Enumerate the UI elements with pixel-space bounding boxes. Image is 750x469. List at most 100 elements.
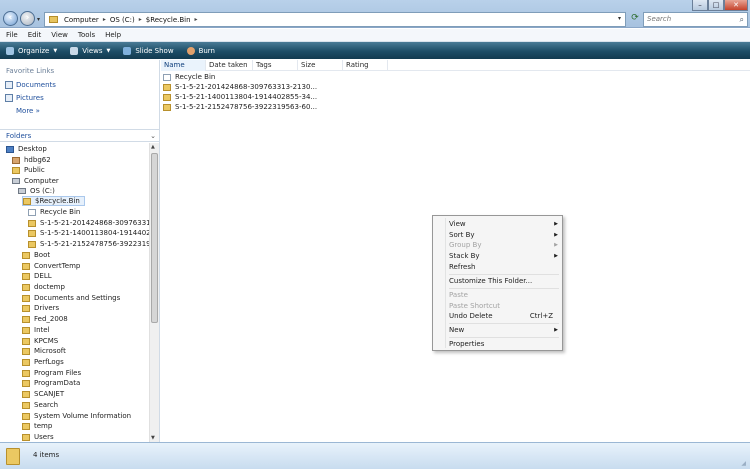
folder-icon	[28, 229, 36, 237]
list-item[interactable]: S-1-5-21-201424868-309763313-2130...	[163, 82, 317, 92]
computer-icon	[12, 178, 20, 184]
list-item[interactable]: S-1-5-21-2152478756-3922319563-60...	[163, 102, 317, 112]
tree-node-users[interactable]: Users	[22, 432, 54, 442]
search-icon[interactable]: ⌕	[740, 13, 744, 26]
tree-node-public[interactable]: Public	[12, 165, 45, 175]
tree-node-dell[interactable]: DELL	[22, 271, 52, 281]
resize-grip-icon[interactable]: ◢	[741, 460, 746, 467]
ctx-new[interactable]: New ▶	[449, 325, 561, 335]
column-rating[interactable]: Rating	[343, 60, 388, 71]
folder-icon	[28, 219, 36, 227]
tree-node-recycle-bin-folder[interactable]: $Recycle.Bin	[22, 196, 85, 206]
tree-node-programdata[interactable]: ProgramData	[22, 378, 80, 388]
column-date-taken[interactable]: Date taken	[206, 60, 253, 71]
favorite-pictures[interactable]: Pictures	[5, 94, 44, 102]
folder-icon	[22, 412, 30, 420]
chevron-down-icon[interactable]: ⌄	[150, 130, 156, 142]
column-name[interactable]: Name	[161, 60, 206, 71]
forward-button[interactable]: ›	[20, 11, 35, 26]
folders-header[interactable]: Folders ⌄	[0, 129, 160, 142]
scroll-up-icon[interactable]: ▲	[151, 144, 155, 150]
ctx-refresh[interactable]: Refresh	[449, 262, 561, 272]
ctx-customize[interactable]: Customize This Folder...	[449, 276, 561, 286]
breadcrumb-drive[interactable]: OS (C:) ▸	[110, 16, 142, 24]
submenu-arrow-icon: ▶	[554, 253, 558, 259]
breadcrumb-computer[interactable]: Computer ▸	[64, 16, 106, 24]
ctx-stack-by[interactable]: Stack By ▶	[449, 251, 561, 261]
tree-node-hdbg62[interactable]: hdbg62	[12, 155, 51, 165]
maximize-button[interactable]: □	[708, 0, 724, 11]
tree-node-microsoft[interactable]: Microsoft	[22, 346, 66, 356]
command-toolbar: Organize ▼ Views ▼ Slide Show Burn	[0, 42, 750, 59]
burn-button[interactable]: Burn	[186, 46, 215, 55]
tree-node-temp[interactable]: temp	[22, 421, 52, 431]
scroll-down-icon[interactable]: ▼	[151, 435, 155, 441]
tree-node-desktop[interactable]: Desktop	[6, 144, 47, 154]
folder-icon	[22, 401, 30, 409]
list-item[interactable]: S-1-5-21-1400113804-1914402855-34...	[163, 92, 317, 102]
recycle-bin-icon	[163, 73, 171, 81]
column-size[interactable]: Size	[298, 60, 343, 71]
folder-icon	[163, 103, 171, 111]
menu-separator	[449, 274, 559, 275]
tree-node-drivers[interactable]: Drivers	[22, 303, 59, 313]
column-tags[interactable]: Tags	[253, 60, 298, 71]
tree-node-program-files[interactable]: Program Files	[22, 368, 81, 378]
pictures-icon	[5, 94, 13, 102]
ctx-sort-by[interactable]: Sort By ▶	[449, 230, 561, 240]
menu-separator	[449, 323, 559, 324]
menu-file[interactable]: File	[6, 31, 18, 39]
more-links[interactable]: More »	[16, 107, 40, 115]
ctx-undo-delete[interactable]: Undo Delete Ctrl+Z	[449, 311, 561, 321]
tree-node-sid-3[interactable]: S-1-5-21-2152478756-3922319563-60	[28, 239, 149, 249]
ctx-properties[interactable]: Properties	[449, 339, 561, 349]
shortcut-label: Ctrl+Z	[529, 312, 553, 320]
menu-edit[interactable]: Edit	[28, 31, 42, 39]
scroll-thumb[interactable]	[151, 153, 158, 323]
tree-node-os-drive[interactable]: OS (C:)	[18, 186, 55, 196]
tree-node-computer[interactable]: Computer	[12, 176, 59, 186]
back-button[interactable]: ‹	[3, 11, 18, 26]
menu-tools[interactable]: Tools	[78, 31, 95, 39]
tree-node-doctemp[interactable]: doctemp	[22, 282, 65, 292]
recent-pages-dropdown[interactable]: ▾	[37, 16, 40, 23]
refresh-icon[interactable]: ⟳	[629, 13, 641, 25]
tree-node-search[interactable]: Search	[22, 400, 58, 410]
tree-node-recycle-bin[interactable]: Recycle Bin	[28, 207, 80, 217]
search-input[interactable]: Search ⌕	[643, 12, 748, 27]
address-bar[interactable]: Computer ▸ OS (C:) ▸ $Recycle.Bin ▸ ▾	[44, 12, 626, 27]
menu-help[interactable]: Help	[105, 31, 121, 39]
folder-tree-scrollbar[interactable]: ▲ ▼	[149, 143, 159, 442]
close-button[interactable]: ✕	[724, 0, 748, 11]
tree-node-converttemp[interactable]: ConvertTemp	[22, 261, 80, 271]
tree-node-system-volume-information[interactable]: System Volume Information	[22, 411, 131, 421]
tree-node-sid-2[interactable]: S-1-5-21-1400113804-1914402855-34	[28, 228, 149, 238]
breadcrumb-recycle[interactable]: $Recycle.Bin ▸	[146, 16, 198, 24]
user-folder-icon	[12, 156, 20, 164]
ctx-paste-shortcut: Paste Shortcut	[449, 302, 500, 310]
tree-node-intel[interactable]: Intel	[22, 325, 50, 335]
desktop-icon	[6, 145, 14, 153]
tree-node-perflogs[interactable]: PerfLogs	[22, 357, 64, 367]
address-dropdown-icon[interactable]: ▾	[618, 15, 621, 22]
ctx-view[interactable]: View ▶	[449, 219, 561, 229]
tree-node-scanjet[interactable]: SCANJET	[22, 389, 64, 399]
views-button[interactable]: Views ▼	[70, 46, 110, 55]
minimize-button[interactable]: –	[692, 0, 708, 11]
folder-icon	[23, 197, 31, 205]
tree-node-boot[interactable]: Boot	[22, 250, 50, 260]
organize-button[interactable]: Organize ▼	[6, 46, 57, 55]
list-item[interactable]: Recycle Bin	[163, 72, 215, 82]
tree-node-kpcms[interactable]: KPCMS	[22, 336, 58, 346]
submenu-arrow-icon: ▶	[554, 221, 558, 227]
favorite-documents[interactable]: Documents	[5, 81, 56, 89]
folder-icon	[22, 272, 30, 280]
menu-view[interactable]: View	[51, 31, 68, 39]
menu-bar: File Edit View Tools Help	[0, 29, 750, 42]
tree-node-documents-and-settings[interactable]: Documents and Settings	[22, 293, 120, 303]
burn-disc-icon	[186, 46, 195, 55]
folder-icon	[6, 448, 20, 465]
tree-node-sid-1[interactable]: S-1-5-21-201424868-309763313-2130	[28, 218, 149, 228]
tree-node-fed-2008[interactable]: Fed_2008	[22, 314, 68, 324]
slideshow-button[interactable]: Slide Show	[123, 46, 174, 55]
